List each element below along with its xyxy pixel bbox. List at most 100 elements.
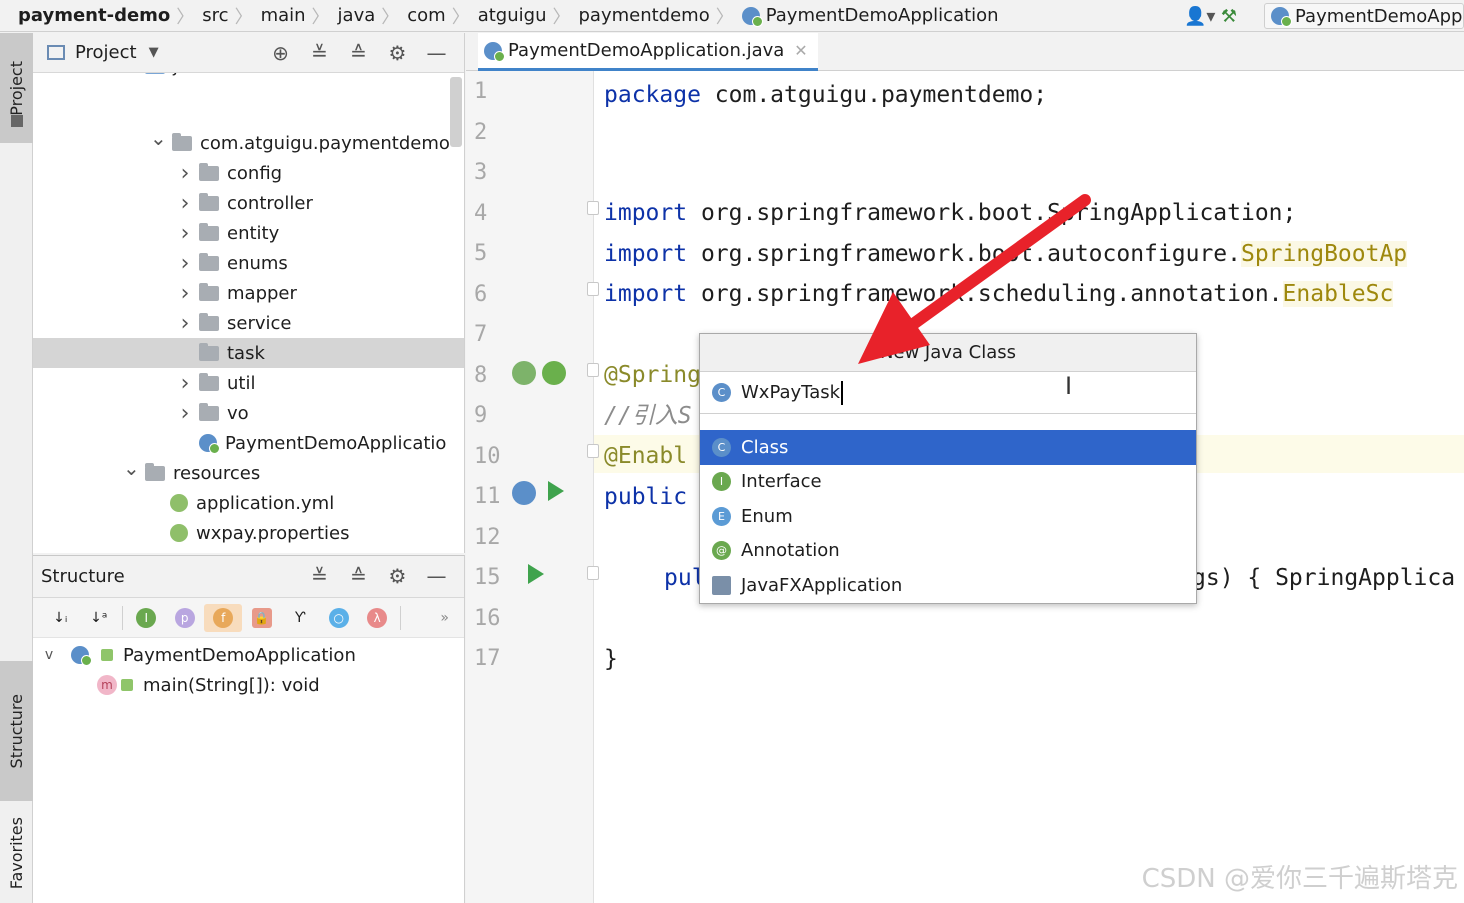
chevron-right-icon[interactable]: › (177, 221, 193, 246)
more-actions-icon[interactable]: » (425, 604, 464, 632)
tree-item-entity[interactable]: › entity (33, 218, 464, 248)
show-non-public-icon[interactable]: 🔒 (242, 604, 281, 632)
spring-class-icon (484, 41, 505, 62)
config-file-icon (170, 494, 188, 512)
tree-item-com-atguigu-paymentdemo[interactable]: ⌄ com.atguigu.paymentdemo (33, 126, 464, 158)
gear-icon[interactable]: ⚙ (378, 41, 417, 65)
fold-marker-icon[interactable] (587, 282, 599, 296)
tree-item-mapper[interactable]: › mapper (33, 278, 464, 308)
tree-item-paymentdemoapplicatio[interactable]: PaymentDemoApplicatio (33, 428, 464, 458)
locate-icon[interactable]: ⊕ (261, 41, 300, 65)
expand-all-icon[interactable]: ≚ (300, 564, 339, 588)
editor-tab[interactable]: PaymentDemoApplication.java ✕ (478, 33, 818, 71)
new-java-class-dialog: New Java Class C WxPayTask I C Class I Inte… (699, 333, 1197, 604)
sort-alphabetically-icon[interactable]: ↓ᵃ (80, 604, 119, 632)
line-number: 3 (474, 160, 488, 185)
lambda-icon[interactable]: λ (358, 604, 397, 632)
kind-option-enum[interactable]: E Enum (700, 499, 1196, 534)
spring-boot-icon[interactable] (542, 361, 566, 385)
favorites-tool-tab[interactable]: Favorites (0, 803, 33, 903)
tree-item-application-yml[interactable]: application.yml (33, 488, 464, 518)
tree-item-resources[interactable]: ⌄ resources (33, 456, 464, 488)
spring-class-icon[interactable] (512, 481, 536, 505)
chevron-right-icon[interactable]: › (177, 401, 193, 426)
expand-all-icon[interactable]: ≚ (300, 41, 339, 65)
tree-item-label: test (146, 553, 181, 554)
navigation-breadcrumb: payment-demo 〉 src 〉 main 〉 java 〉 com 〉 atgu… (0, 0, 1464, 32)
breadcrumb-project[interactable]: payment-demo (0, 5, 174, 27)
tree-item-util[interactable]: › util (33, 368, 464, 398)
minimize-icon[interactable]: — (417, 564, 456, 588)
chevron-right-icon[interactable]: › (177, 281, 193, 306)
run-gutter-icon[interactable] (528, 564, 544, 584)
breadcrumb-java[interactable]: java (332, 5, 380, 27)
kind-option-label: Enum (741, 505, 793, 527)
chevron-right-icon[interactable]: › (177, 191, 193, 216)
user-icon[interactable]: 👤▾ (1184, 6, 1215, 27)
structure-panel-actions: ≚ ≙ ⚙ — (300, 556, 456, 596)
breadcrumb-main[interactable]: main (255, 5, 310, 27)
chevron-down-icon[interactable]: ⌄ (123, 456, 140, 480)
class-name-input[interactable]: C WxPayTask (700, 372, 1196, 414)
chevron-down-icon[interactable]: v (41, 647, 57, 663)
fold-marker-icon[interactable] (587, 363, 599, 377)
tree-item-enums[interactable]: › enums (33, 248, 464, 278)
show-fields-icon[interactable]: f (203, 603, 243, 632)
structure-method-item[interactable]: m main(String[]): void (97, 670, 320, 700)
chevron-down-icon[interactable]: ⌄ (150, 126, 167, 150)
tree-item-task[interactable]: task (33, 338, 464, 368)
kind-option-class[interactable]: C Class (700, 430, 1196, 465)
show-properties-icon[interactable]: p (165, 604, 204, 632)
spring-class-icon (71, 646, 92, 666)
show-lambdas-tree-icon[interactable]: Ƴ (281, 604, 320, 632)
breadcrumb-paymentdemo[interactable]: paymentdemo (572, 5, 713, 27)
tree-item-java[interactable]: ⌄java (33, 73, 464, 81)
chevron-right-icon[interactable]: › (177, 251, 193, 276)
editor-tab-bar: PaymentDemoApplication.java ✕ (466, 33, 1464, 71)
tree-item-controller[interactable]: › controller (33, 188, 464, 218)
kind-option-interface[interactable]: I Interface (700, 465, 1196, 500)
line-number: 12 (474, 524, 501, 550)
tree-item-test[interactable]: › test (33, 548, 464, 553)
folder-icon (199, 402, 219, 421)
tree-item-service[interactable]: › service (33, 308, 464, 338)
fold-marker-icon[interactable] (587, 201, 599, 215)
show-inherited-icon[interactable]: I (127, 604, 166, 632)
class-icon: C (712, 437, 731, 457)
breadcrumb-class[interactable]: PaymentDemoApplication (736, 5, 1003, 27)
tree-item-label: wxpay.properties (196, 522, 350, 544)
build-hammer-icon[interactable]: ⚒ (1214, 6, 1244, 27)
line-number: 17 (474, 646, 501, 671)
chevron-right-icon[interactable]: › (177, 371, 193, 396)
project-tool-tab[interactable]: Project (0, 33, 33, 143)
fold-marker-icon[interactable] (587, 566, 599, 580)
spring-bean-icon[interactable] (512, 361, 536, 385)
structure-class-item[interactable]: v PaymentDemoApplication (41, 640, 356, 670)
breadcrumb-atguigu[interactable]: atguigu (472, 5, 551, 27)
tree-item-config[interactable]: › config (33, 158, 464, 188)
minimize-icon[interactable]: — (417, 41, 456, 65)
collapse-all-icon[interactable]: ≙ (339, 41, 378, 65)
sort-by-visibility-icon[interactable]: ↓ᵢ (41, 604, 80, 632)
kind-option-javafxapplication[interactable]: JavaFXApplication (700, 568, 1196, 603)
run-gutter-icon[interactable] (548, 481, 564, 501)
toolbar-right: 👤▾ ⚒ PaymentDemoApplication (1184, 0, 1464, 31)
tree-scrollbar[interactable] (450, 77, 462, 147)
chevron-right-icon[interactable]: › (96, 551, 112, 554)
anonymous-classes-icon[interactable]: ○ (319, 604, 358, 632)
kind-option-annotation[interactable]: @ Annotation (700, 534, 1196, 569)
tree-item-vo[interactable]: › vo (33, 398, 464, 428)
gear-icon[interactable]: ⚙ (378, 564, 417, 588)
chevron-right-icon[interactable]: › (177, 311, 193, 336)
close-icon[interactable]: ✕ (794, 41, 807, 60)
run-configuration-select[interactable]: PaymentDemoApplication (1264, 3, 1464, 29)
tree-item-wxpay-properties[interactable]: wxpay.properties (33, 518, 464, 548)
run-config-label: PaymentDemoApplication (1295, 5, 1463, 27)
structure-tool-tab[interactable]: Structure (0, 661, 33, 801)
breadcrumb-com[interactable]: com (401, 5, 449, 27)
chevron-right-icon[interactable]: › (177, 161, 193, 186)
breadcrumb-src[interactable]: src (196, 5, 232, 27)
project-view-selector[interactable]: Project ▼ (33, 42, 159, 63)
collapse-all-icon[interactable]: ≙ (339, 564, 378, 588)
fold-marker-icon[interactable] (587, 444, 599, 458)
